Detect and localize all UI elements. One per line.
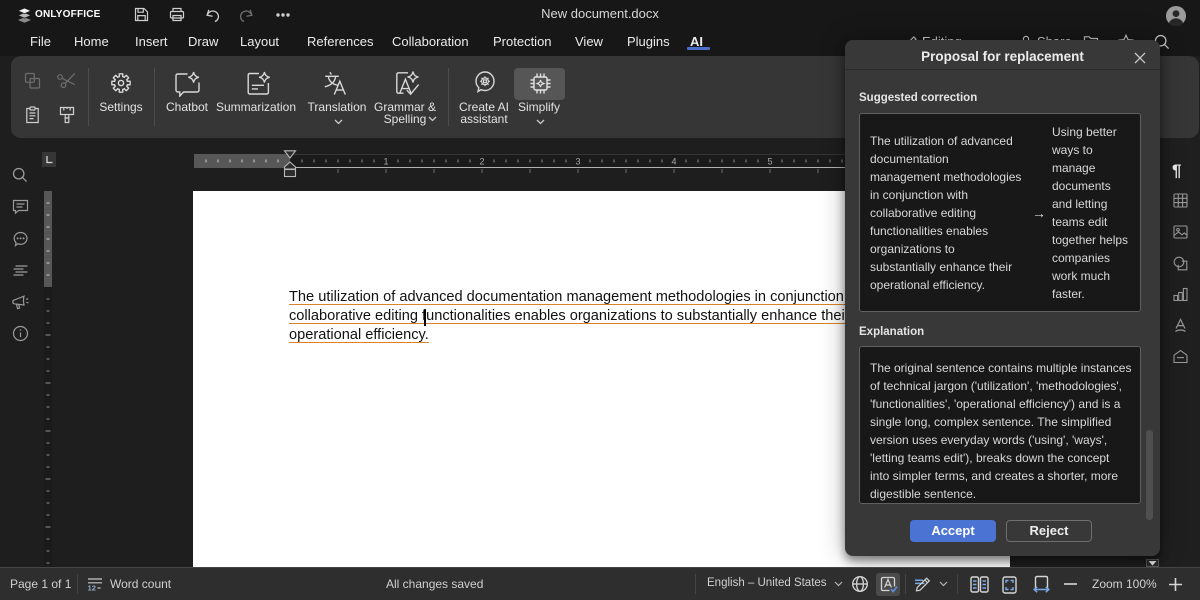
svg-text:5: 5: [767, 157, 772, 167]
svg-text:3: 3: [575, 157, 580, 167]
svg-text:2: 2: [479, 157, 484, 167]
svg-text:12: 12: [88, 583, 96, 592]
svg-text:4: 4: [671, 157, 676, 167]
svg-text:1: 1: [383, 157, 388, 167]
